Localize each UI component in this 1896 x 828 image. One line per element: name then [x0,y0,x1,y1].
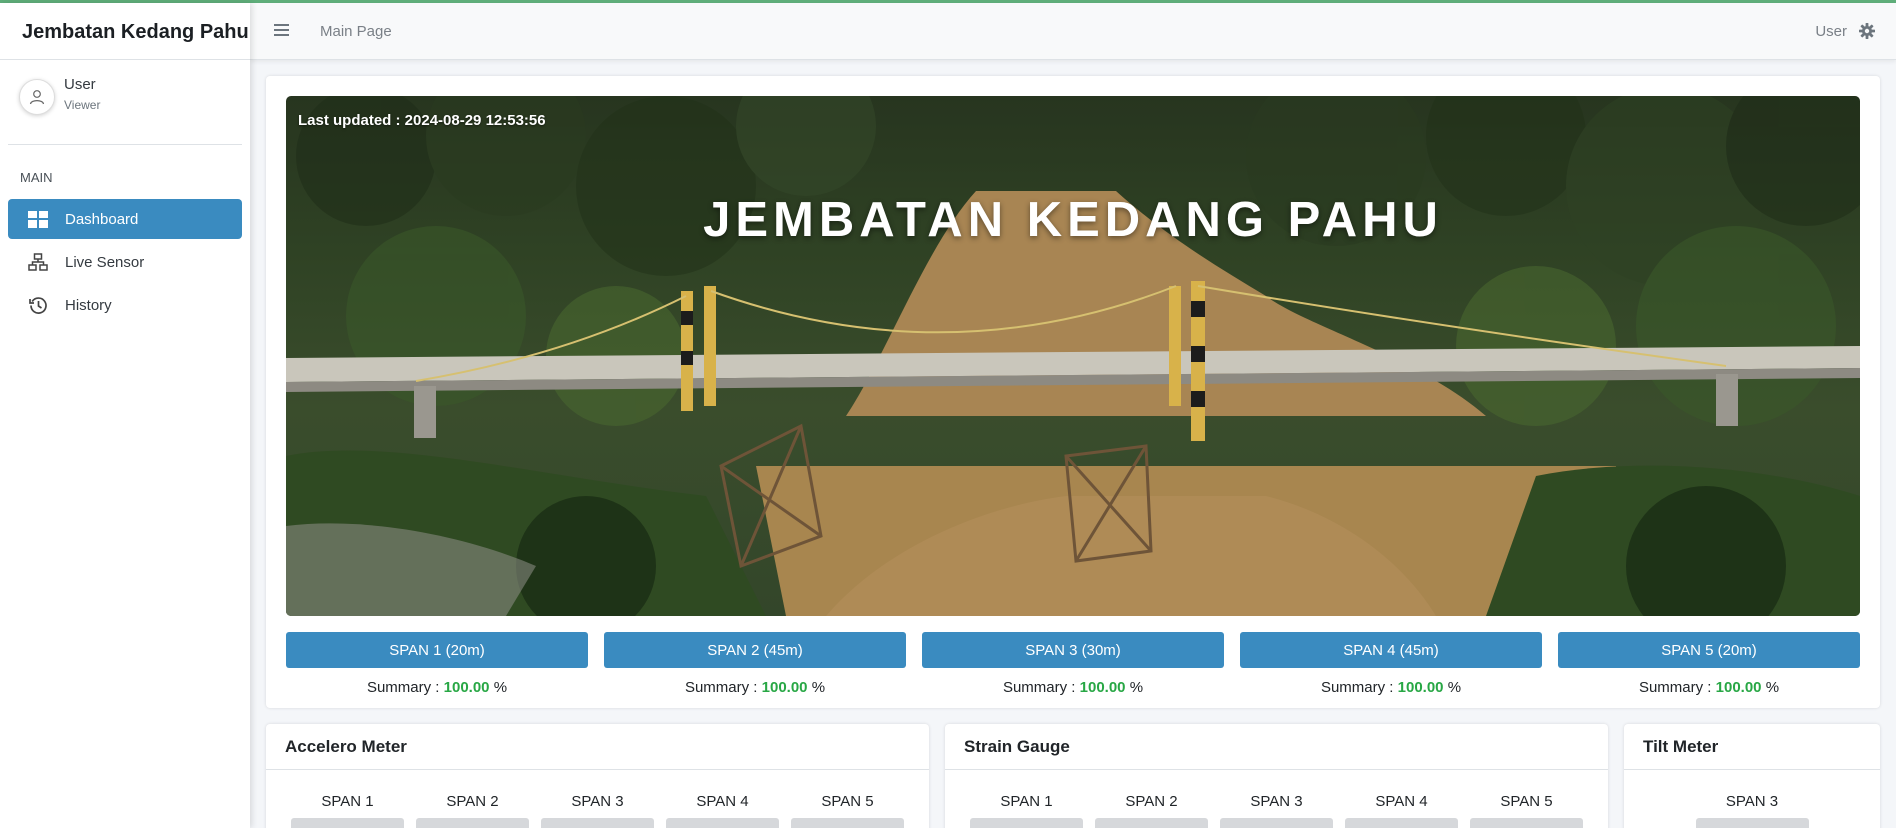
span-label: SPAN 5 [821,793,874,810]
span-3-summary: Summary : 100.00 % [1002,679,1144,696]
span-2-summary-value: 100.00 [761,679,808,696]
bridge-photo: Last updated : 2024-08-29 12:53:56 JEMBA… [286,96,1860,616]
brand-title[interactable]: Jembatan Kedang Pahu [0,3,250,60]
span-label: SPAN 3 [1250,793,1303,810]
sidebar-item-history[interactable]: History [8,285,242,325]
top-navbar: Main Page User [250,3,1896,60]
span-4-summary-value: 100.00 [1397,679,1444,696]
breadcrumb-main-page[interactable]: Main Page [320,23,392,40]
span-1-summary: Summary : 100.00 % [366,679,508,696]
history-icon [28,295,48,315]
sidebar-item-live-sensor[interactable]: Live Sensor [8,242,242,282]
sidebar-item-label: Dashboard [65,210,139,228]
sensor-value-pill [970,818,1083,828]
span-label: SPAN 3 [1725,793,1779,810]
span-3-summary-value: 100.00 [1079,679,1126,696]
card-title: Strain Gauge [945,724,1608,770]
bridge-title: JEMBATAN KEDANG PAHU [703,193,1443,247]
span-1-summary-value: 100.00 [443,679,490,696]
span-column: SPAN 4 (45m) Summary : 100.00 % [1240,632,1542,696]
bridge-overview-card: Last updated : 2024-08-29 12:53:56 JEMBA… [266,76,1880,708]
span-column: SPAN 5 (20m) Summary : 100.00 % [1558,632,1860,696]
span-5-summary-value: 100.00 [1715,679,1762,696]
sensor-value-pill [1220,818,1333,828]
span-label: SPAN 4 [696,793,749,810]
nav-section-header: MAIN [20,170,53,185]
last-updated-timestamp: Last updated : 2024-08-29 12:53:56 [298,112,546,129]
span-label: SPAN 1 [321,793,374,810]
sensor-value-pill [1695,818,1809,828]
menu-toggle-icon[interactable] [274,23,289,42]
span-label: SPAN 5 [1500,793,1553,810]
span-4-summary: Summary : 100.00 % [1320,679,1462,696]
user-panel: User Viewer [0,60,250,144]
accelero-meter-card: Accelero Meter SPAN 1 SPAN 2 SPAN 3 SPAN… [266,724,929,828]
gear-icon[interactable] [1859,23,1875,44]
span-2-summary: Summary : 100.00 % [684,679,826,696]
topbar-user-menu[interactable]: User [1815,23,1847,40]
sensor-value-pill [541,818,654,828]
span-label: SPAN 1 [1000,793,1053,810]
sensor-value-pill [1345,818,1458,828]
sidebar-item-dashboard[interactable]: Dashboard [8,199,242,239]
dashboard-grid-icon [28,209,48,229]
span-5-summary: Summary : 100.00 % [1638,679,1780,696]
tilt-meter-card: Tilt Meter SPAN 3 [1624,724,1880,828]
sensor-value-pill [291,818,404,828]
span-label: SPAN 4 [1375,793,1428,810]
span-column: SPAN 2 (45m) Summary : 100.00 % [604,632,906,696]
sensor-value-pill [1095,818,1208,828]
sensor-value-pill [666,818,779,828]
span-1-button[interactable]: SPAN 1 (20m) [286,632,588,668]
span-buttons-row: SPAN 1 (20m) Summary : 100.00 % SPAN 2 (… [286,632,1860,696]
span-column: SPAN 1 (20m) Summary : 100.00 % [286,632,588,696]
span-2-button[interactable]: SPAN 2 (45m) [604,632,906,668]
bridge-illustration [286,96,1860,616]
strain-gauge-card: Strain Gauge SPAN 1 SPAN 2 SPAN 3 SPAN 4… [945,724,1608,828]
sidebar-item-label: Live Sensor [65,253,145,271]
span-3-button[interactable]: SPAN 3 (30m) [922,632,1224,668]
span-column: SPAN 3 (30m) Summary : 100.00 % [922,632,1224,696]
span-5-button[interactable]: SPAN 5 (20m) [1558,632,1860,668]
span-label: SPAN 2 [1125,793,1178,810]
span-label: SPAN 2 [446,793,499,810]
user-name: User [64,76,96,93]
span-label: SPAN 3 [571,793,624,810]
sidebar: Jembatan Kedang Pahu User Viewer MAIN Da… [0,3,250,828]
sensor-value-pill [416,818,529,828]
sensor-value-pill [791,818,904,828]
sidebar-item-label: History [65,296,112,314]
card-title: Tilt Meter [1624,724,1880,770]
span-4-button[interactable]: SPAN 4 (45m) [1240,632,1542,668]
network-icon [28,252,48,272]
sensor-value-pill [1470,818,1583,828]
user-avatar-icon [19,79,55,115]
user-role: Viewer [64,98,101,112]
card-title: Accelero Meter [266,724,929,770]
